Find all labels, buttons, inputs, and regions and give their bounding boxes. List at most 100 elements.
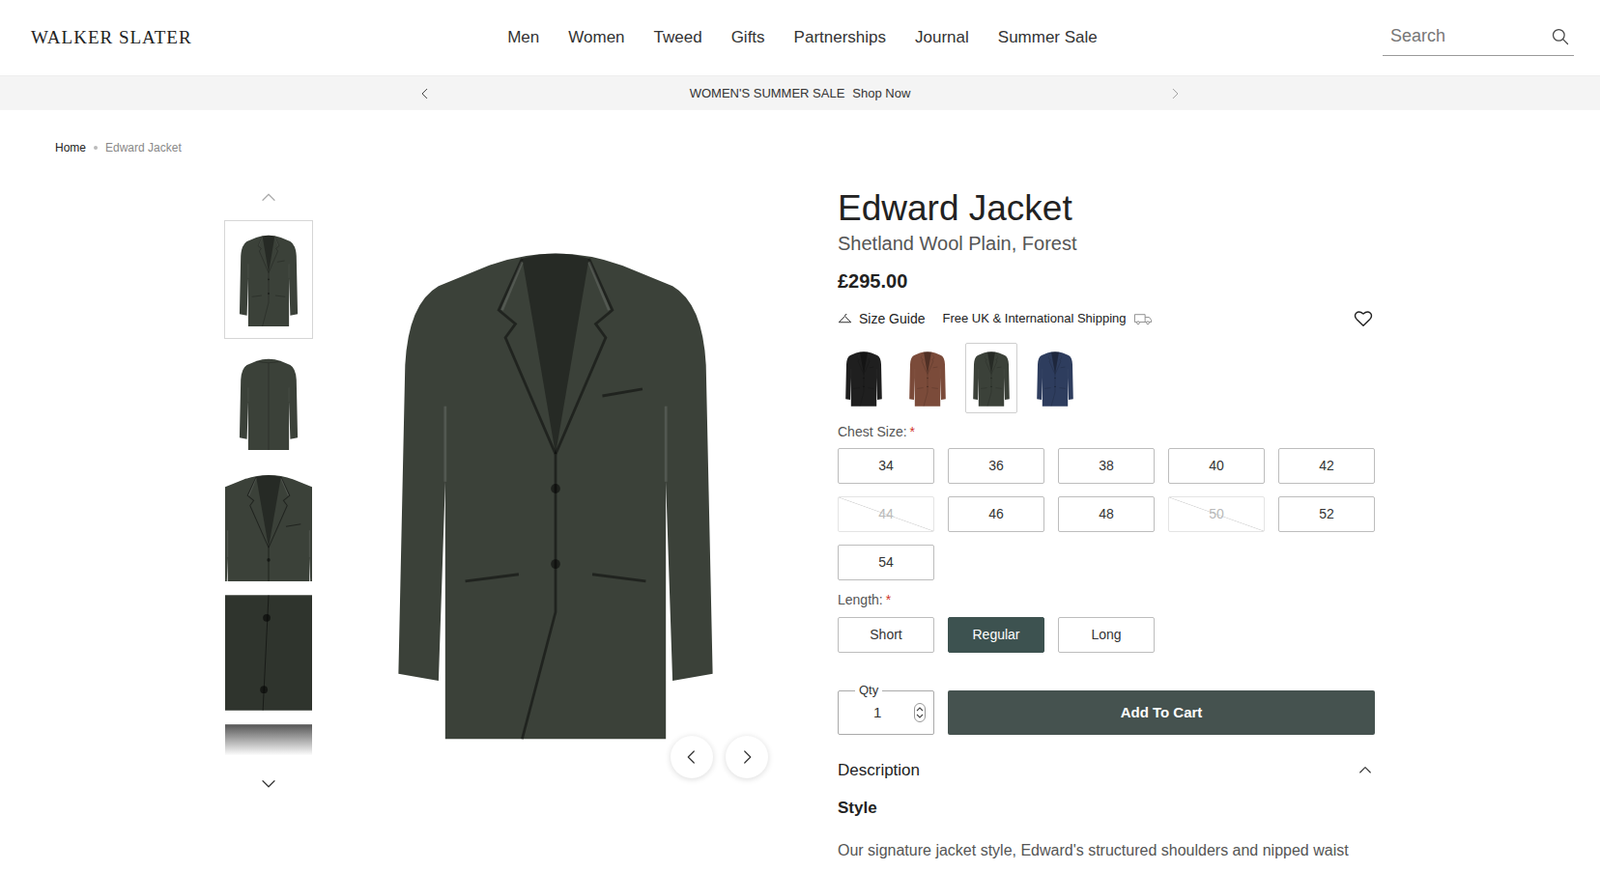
length-option[interactable]: Long xyxy=(1057,617,1155,654)
jacket-thumbnail-image xyxy=(237,231,300,329)
announcement-text: WOMEN'S SUMMER SALE Shop Now xyxy=(689,84,912,104)
swatch-jacket-image xyxy=(971,349,1011,408)
size-option[interactable]: 42 xyxy=(1278,448,1375,485)
search-input[interactable] xyxy=(1390,23,1551,50)
main-image xyxy=(328,187,783,806)
description-toggle[interactable]: Description xyxy=(837,758,1375,784)
size-option[interactable]: 54 xyxy=(837,544,935,581)
site-logo[interactable]: WALKER SLATER xyxy=(30,24,508,53)
jacket-closeup-thumbnail-image xyxy=(225,468,313,583)
arrow-left-icon[interactable] xyxy=(683,748,701,767)
chest-size-options: 34 36 38 40 42 44 46 48 50 52 54 xyxy=(837,448,1375,581)
thumbnail[interactable] xyxy=(224,350,314,458)
quantity-value[interactable]: 1 xyxy=(873,702,882,725)
next-image-button[interactable] xyxy=(725,736,769,779)
nav-link[interactable]: Journal xyxy=(914,25,970,51)
chevron-up-icon[interactable] xyxy=(1357,763,1373,779)
product-title: Edward Jacket xyxy=(837,187,1375,229)
search-icon[interactable] xyxy=(1550,27,1571,47)
length-option[interactable]: Short xyxy=(837,617,935,654)
thumbs-up-button[interactable] xyxy=(224,187,314,209)
hanger-icon xyxy=(837,312,853,326)
swatch-jacket-image xyxy=(844,349,884,408)
required-mark: * xyxy=(885,592,891,608)
length-label-text: Length: xyxy=(837,592,884,608)
size-option: 44 xyxy=(837,496,935,533)
chevron-up-icon[interactable] xyxy=(259,189,278,207)
thumbnail[interactable] xyxy=(224,594,314,713)
chest-size-label-text: Chest Size: xyxy=(837,424,908,440)
description-text: Our signature jacket style, Edward's str… xyxy=(837,839,1375,863)
swatch-jacket-image xyxy=(1035,349,1075,408)
color-swatch[interactable] xyxy=(1028,342,1082,414)
nav-link[interactable]: Gifts xyxy=(731,25,766,51)
chest-size-label: Chest Size:* xyxy=(837,423,1375,441)
color-swatch[interactable] xyxy=(837,342,890,414)
chevron-right-icon[interactable] xyxy=(1168,86,1182,101)
search-box[interactable] xyxy=(1382,19,1574,57)
breadcrumb-separator xyxy=(93,145,98,150)
description-heading: Style xyxy=(837,798,1375,820)
length-option[interactable]: Regular xyxy=(947,617,1045,654)
chevron-left-icon[interactable] xyxy=(418,86,432,101)
description-title[interactable]: Description xyxy=(837,758,920,784)
chevron-down-icon[interactable] xyxy=(259,774,278,793)
size-option[interactable]: 34 xyxy=(837,448,935,485)
color-swatch[interactable] xyxy=(901,342,954,414)
nav-link[interactable]: Women xyxy=(568,25,625,51)
main-nav: Men Women Tweed Gifts Partnerships Journal Sum… xyxy=(507,25,1098,51)
product-section: Edward JacketShetland Wool Plain, Forest… xyxy=(0,187,1600,863)
length-options: Short Regular Long xyxy=(837,617,1375,654)
shipping-label: Free UK & International Shipping xyxy=(942,309,1126,329)
product-info: Edward JacketShetland Wool Plain, Forest… xyxy=(837,187,1375,863)
truck-icon xyxy=(1133,312,1153,326)
nav-link[interactable]: Partnerships xyxy=(794,25,886,51)
jacket-back-thumbnail-image xyxy=(237,355,300,453)
purchase-row: Qty1 Add To Cart xyxy=(837,690,1375,736)
quantity-label: Qty xyxy=(855,683,883,699)
arrow-right-icon[interactable] xyxy=(738,748,756,767)
shop-now-link[interactable]: Shop Now xyxy=(852,85,911,101)
add-to-cart-button[interactable]: Add To Cart xyxy=(947,690,1375,736)
size-option[interactable]: 40 xyxy=(1168,448,1265,485)
size-option[interactable]: 38 xyxy=(1057,448,1155,485)
size-guide-label[interactable]: Size Guide xyxy=(858,309,925,330)
heart-icon[interactable] xyxy=(1353,310,1373,328)
thumbnail[interactable] xyxy=(224,220,314,340)
site-header: WALKER SLATER Men Women Tweed Gifts Partners… xyxy=(0,0,1600,77)
length-label: Length:* xyxy=(837,591,1375,609)
thumbs-down-button[interactable] xyxy=(224,772,314,795)
size-guide-link[interactable]: Size Guide xyxy=(837,309,925,330)
fabric-thumbnail-image xyxy=(225,594,313,713)
size-option[interactable]: 52 xyxy=(1278,496,1375,533)
nav-link[interactable]: Men xyxy=(507,25,540,51)
announcement-bar: WOMEN'S SUMMER SALE Shop Now xyxy=(0,76,1600,111)
thumbnail[interactable] xyxy=(224,468,314,583)
thumbnail[interactable] xyxy=(224,723,314,762)
thumbnail-image xyxy=(225,723,313,762)
breadcrumb: Home Edward Jacket xyxy=(0,110,1600,155)
quantity-field[interactable]: Qty1 xyxy=(837,690,935,736)
product-price: £295.00 xyxy=(837,269,1375,293)
stepper-arrows-icon[interactable] xyxy=(915,706,924,720)
size-option[interactable]: 46 xyxy=(947,496,1045,533)
thumbnail-list xyxy=(224,220,314,762)
thumbnail-column xyxy=(224,187,314,795)
size-option: 50 xyxy=(1168,496,1265,533)
color-swatch[interactable] xyxy=(965,342,1018,414)
nav-link[interactable]: Summer Sale xyxy=(998,25,1098,51)
nav-link[interactable]: Tweed xyxy=(654,25,703,51)
size-option[interactable]: 48 xyxy=(1057,496,1155,533)
swatch-jacket-image xyxy=(908,349,947,408)
breadcrumb-item: Edward Jacket xyxy=(105,139,182,157)
size-option[interactable]: 36 xyxy=(947,448,1045,485)
color-swatches xyxy=(837,342,1375,414)
product-meta: Size Guide Free UK & International Shippi… xyxy=(837,308,1375,330)
quantity-stepper[interactable] xyxy=(914,703,926,723)
previous-image-button[interactable] xyxy=(670,736,714,779)
announcement-message: WOMEN'S SUMMER SALE xyxy=(689,85,846,101)
jacket-image xyxy=(388,234,723,750)
breadcrumb-item[interactable]: Home xyxy=(55,139,86,157)
product-subtitle: Shetland Wool Plain, Forest xyxy=(837,231,1375,256)
shipping-info: Free UK & International Shipping xyxy=(942,309,1152,329)
